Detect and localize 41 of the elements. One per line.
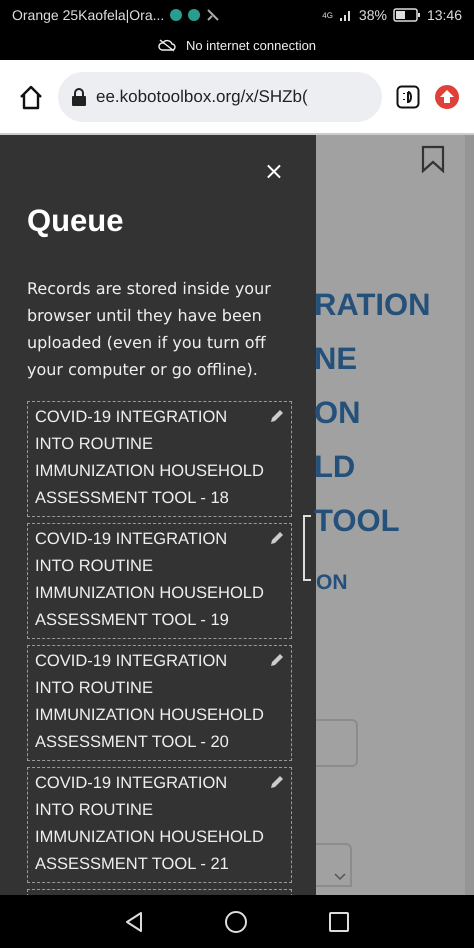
bracket-mark: [303, 515, 311, 581]
battery-level: 38%: [358, 7, 387, 23]
record-name: COVID-19 INTEGRATION INTO ROUTINE IMMUNIZATION HOUSEHOLD ASSESSMENT TOOL - 20: [35, 651, 265, 753]
drawer-title: Queue: [27, 203, 124, 239]
network-type: 4G: [322, 10, 333, 20]
signal-icon: [338, 8, 353, 22]
carrier-name: Orange 25Kaofela|Ora...: [12, 7, 164, 23]
emoji-face-icon[interactable]: [396, 84, 420, 108]
address-bar[interactable]: ee.kobotoolbox.org/x/SHZb(: [58, 72, 382, 122]
home-icon[interactable]: [18, 84, 44, 110]
bookmark-icon[interactable]: [421, 145, 445, 173]
chevron-icon: [334, 873, 346, 881]
pencil-icon[interactable]: [269, 652, 285, 668]
record-name: COVID-19 INTEGRATION INTO ROUTINE IMMUNIZATION HOUSEHOLD ASSESSMENT TOOL - 19: [35, 529, 265, 631]
battery-icon: [392, 8, 421, 22]
queued-record[interactable]: COVID-19 INTEGRATION INTO ROUTINE IMMUNIZATION HOUSEHOLD ASSESSMENT TOOL - 21: [27, 767, 292, 883]
pencil-icon[interactable]: [269, 774, 285, 790]
pencil-icon[interactable]: [269, 530, 285, 546]
record-name: COVID-19 INTEGRATION INTO ROUTINE IMMUNIZATION HOUSEHOLD ASSESSMENT TOOL - 18: [35, 407, 265, 509]
cloud-off-icon: [158, 38, 176, 52]
record-name: COVID-19 INTEGRATION INTO ROUTINE IMMUNIZATION HOUSEHOLD ASSESSMENT TOOL - 21: [35, 773, 265, 875]
queued-record[interactable]: COVID-19 INTEGRATION INTO ROUTINE IMMUNIZATION HOUSEHOLD ASSESSMENT TOOL - 20: [27, 645, 292, 761]
input-field[interactable]: [316, 719, 358, 767]
no-signal-icon: [206, 8, 220, 22]
pencil-icon[interactable]: [269, 408, 285, 424]
form-title-line: LD: [314, 448, 356, 486]
queued-record[interactable]: COVID-19 INTEGRATION INTO ROUTINE IMMUNIZATION HOUSEHOLD ASSESSMENT TOOL - 18: [27, 401, 292, 517]
lock-icon: [72, 88, 86, 106]
queued-record[interactable]: COVID-19 INTEGRATION INTO ROUTINE IMMUNIZATION HOUSEHOLD ASSESSMENT TOOL - 19: [27, 523, 292, 639]
back-icon[interactable]: [124, 910, 144, 932]
url-text: ee.kobotoolbox.org/x/SHZb(: [96, 86, 308, 106]
upload-icon[interactable]: [434, 84, 460, 110]
select-field[interactable]: [316, 843, 352, 887]
notice-text: No internet connection: [186, 38, 316, 52]
form-title-line: NE: [314, 340, 358, 378]
form-title-line: RATION: [314, 286, 432, 324]
recents-icon[interactable]: [328, 910, 350, 932]
clock-time: 13:46: [426, 7, 462, 23]
close-button[interactable]: ×: [256, 157, 292, 185]
form-subtitle: ON: [316, 571, 348, 595]
queue-description: Records are stored inside your browser until they have been uploaded (even if you turn off your computer or go offline).: [27, 278, 272, 381]
